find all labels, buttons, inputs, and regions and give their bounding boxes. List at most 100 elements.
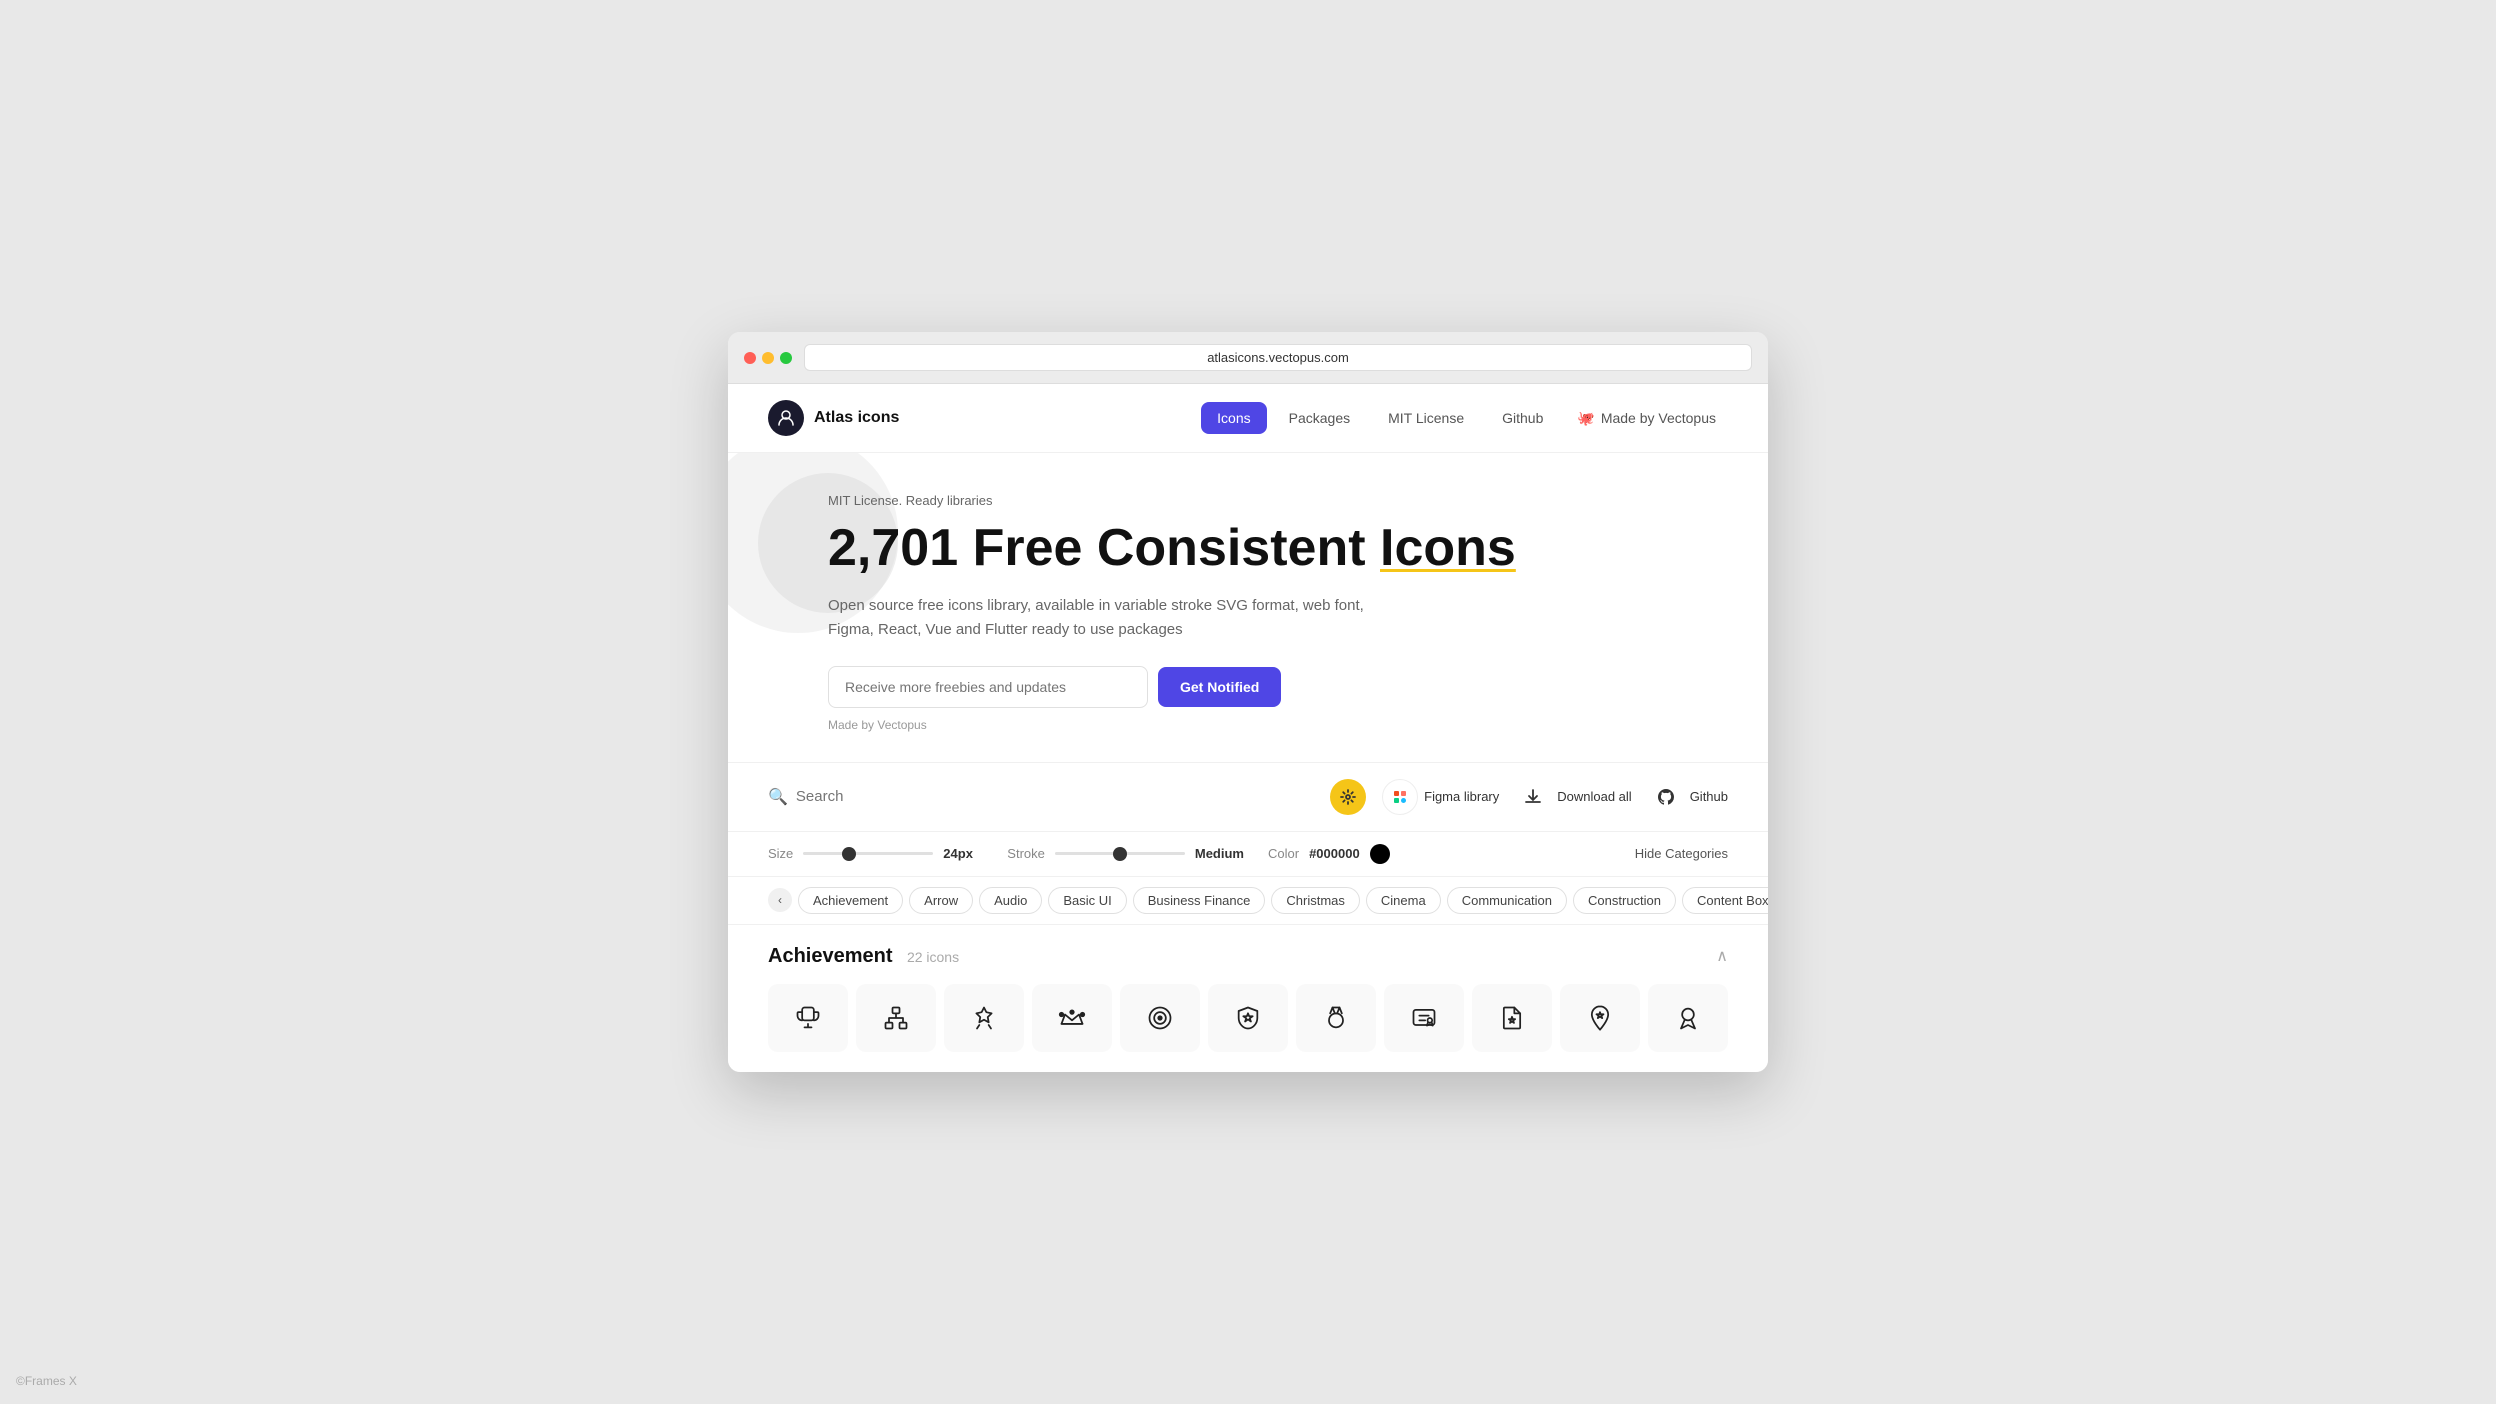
hero-content: MIT License. Ready libraries 2,701 Free …: [828, 493, 1528, 731]
logo-text: Atlas icons: [814, 409, 899, 427]
trophy-icon: [794, 1004, 822, 1032]
close-button[interactable]: [744, 352, 756, 364]
location-star-icon: [1586, 1004, 1614, 1032]
search-box: 🔍: [768, 787, 1314, 807]
category-pill-cinema[interactable]: Cinema: [1366, 887, 1441, 914]
settings-icon: [1330, 779, 1366, 815]
stroke-control: Stroke Medium: [1007, 846, 1244, 861]
traffic-lights: [744, 352, 792, 364]
hero-input-row: Get Notified: [828, 666, 1528, 708]
controls-bar: Size 24px Stroke Medium Color #000000 Hi…: [728, 832, 1768, 877]
hero-title-plain: 2,701 Free Consistent: [828, 519, 1380, 577]
document-star-icon: [1498, 1004, 1526, 1032]
download-label: Download all: [1557, 789, 1631, 804]
category-pill-christmas[interactable]: Christmas: [1271, 887, 1360, 914]
target-icon: [1146, 1004, 1174, 1032]
icon-cell-7[interactable]: [1296, 984, 1376, 1052]
hero-title: 2,701 Free Consistent Icons: [828, 520, 1528, 577]
get-notified-button[interactable]: Get Notified: [1158, 667, 1281, 707]
download-icon: [1515, 779, 1551, 815]
collapse-button[interactable]: ∧: [1716, 946, 1728, 966]
icon-cell-5[interactable]: [1120, 984, 1200, 1052]
category-pill-audio[interactable]: Audio: [979, 887, 1042, 914]
category-pill-achievement[interactable]: Achievement: [798, 887, 903, 914]
certificate-icon: [1410, 1004, 1438, 1032]
prev-pill-button[interactable]: ‹: [768, 888, 792, 912]
badge-icon: [970, 1004, 998, 1032]
github-button[interactable]: Github: [1648, 779, 1728, 815]
address-bar[interactable]: atlasicons.vectopus.com: [804, 344, 1752, 371]
size-control: Size 24px: [768, 846, 983, 861]
hero-section: MIT License. Ready libraries 2,701 Free …: [728, 453, 1768, 761]
icon-cell-11[interactable]: [1648, 984, 1728, 1052]
icon-cell-6[interactable]: [1208, 984, 1288, 1052]
icon-cell-1[interactable]: [768, 984, 848, 1052]
figma-label: Figma library: [1424, 789, 1499, 804]
download-all-button[interactable]: Download all: [1515, 779, 1631, 815]
icon-cell-3[interactable]: [944, 984, 1024, 1052]
email-input[interactable]: [828, 666, 1148, 708]
hide-categories-button[interactable]: Hide Categories: [1635, 846, 1728, 861]
hero-attribution: Made by Vectopus: [828, 718, 1528, 732]
icon-cell-4[interactable]: [1032, 984, 1112, 1052]
org-chart-icon: [882, 1004, 910, 1032]
nav-icons-link[interactable]: Icons: [1201, 402, 1266, 434]
hero-description: Open source free icons library, availabl…: [828, 594, 1388, 642]
minimize-button[interactable]: [762, 352, 774, 364]
toolbar: 🔍: [728, 762, 1768, 832]
category-pill-business-finance[interactable]: Business Finance: [1133, 887, 1266, 914]
color-control: Color #000000: [1268, 844, 1390, 864]
size-slider[interactable]: [803, 852, 933, 855]
toolbar-right: Figma library Download all: [1330, 779, 1728, 815]
size-label: Size: [768, 846, 793, 861]
figma-icon: [1382, 779, 1418, 815]
achievement-title: Achievement: [768, 945, 893, 967]
shield-star-icon: [1234, 1004, 1262, 1032]
hero-tag: MIT License. Ready libraries: [828, 493, 1528, 508]
medal-icon: [1322, 1004, 1350, 1032]
logo-icon: [768, 400, 804, 436]
github-label: Github: [1690, 789, 1728, 804]
icon-cell-2[interactable]: [856, 984, 936, 1052]
icon-cell-8[interactable]: [1384, 984, 1464, 1052]
browser-chrome: atlasicons.vectopus.com: [728, 332, 1768, 384]
vectopus-icon: 🐙: [1577, 410, 1594, 427]
color-hex: #000000: [1309, 846, 1360, 861]
logo[interactable]: Atlas icons: [768, 400, 899, 436]
stroke-slider[interactable]: [1055, 852, 1185, 855]
achievement-header: Achievement 22 icons ∧: [768, 945, 1728, 968]
color-swatch[interactable]: [1370, 844, 1390, 864]
achievement-count: 22 icons: [907, 949, 959, 965]
category-pills: ‹ Achievement Arrow Audio Basic UI Busin…: [728, 877, 1768, 925]
vectopus-label: Made by Vectopus: [1601, 410, 1716, 426]
search-icon: 🔍: [768, 787, 788, 807]
color-label: Color: [1268, 846, 1299, 861]
icon-cell-10[interactable]: [1560, 984, 1640, 1052]
nav-links: Icons Packages MIT License Github 🐙 Made…: [1201, 402, 1728, 435]
search-input[interactable]: [796, 788, 1314, 805]
size-value: 24px: [943, 846, 983, 861]
hero-title-highlight: Icons: [1380, 519, 1516, 577]
nav-packages-link[interactable]: Packages: [1273, 402, 1366, 434]
achievement-title-group: Achievement 22 icons: [768, 945, 959, 968]
github-icon: [1648, 779, 1684, 815]
nav-vectopus-link[interactable]: 🐙 Made by Vectopus: [1565, 402, 1728, 435]
ribbon-icon: [1674, 1004, 1702, 1032]
nav-github-link[interactable]: Github: [1486, 402, 1559, 434]
icon-cell-9[interactable]: [1472, 984, 1552, 1052]
navbar: Atlas icons Icons Packages MIT License G…: [728, 384, 1768, 453]
category-pill-basic-ui[interactable]: Basic UI: [1048, 887, 1126, 914]
nav-mit-link[interactable]: MIT License: [1372, 402, 1480, 434]
crown-icon: [1058, 1004, 1086, 1032]
category-pill-communication[interactable]: Communication: [1447, 887, 1567, 914]
category-pill-construction[interactable]: Construction: [1573, 887, 1676, 914]
maximize-button[interactable]: [780, 352, 792, 364]
figma-button[interactable]: Figma library: [1382, 779, 1499, 815]
achievement-icon-grid: [768, 984, 1728, 1052]
page-content: Atlas icons Icons Packages MIT License G…: [728, 384, 1768, 1071]
category-pill-arrow[interactable]: Arrow: [909, 887, 973, 914]
browser-window: atlasicons.vectopus.com Atlas icons Icon…: [728, 332, 1768, 1071]
category-pill-content-box[interactable]: Content Box: [1682, 887, 1768, 914]
settings-button[interactable]: [1330, 779, 1366, 815]
stroke-value: Medium: [1195, 846, 1244, 861]
